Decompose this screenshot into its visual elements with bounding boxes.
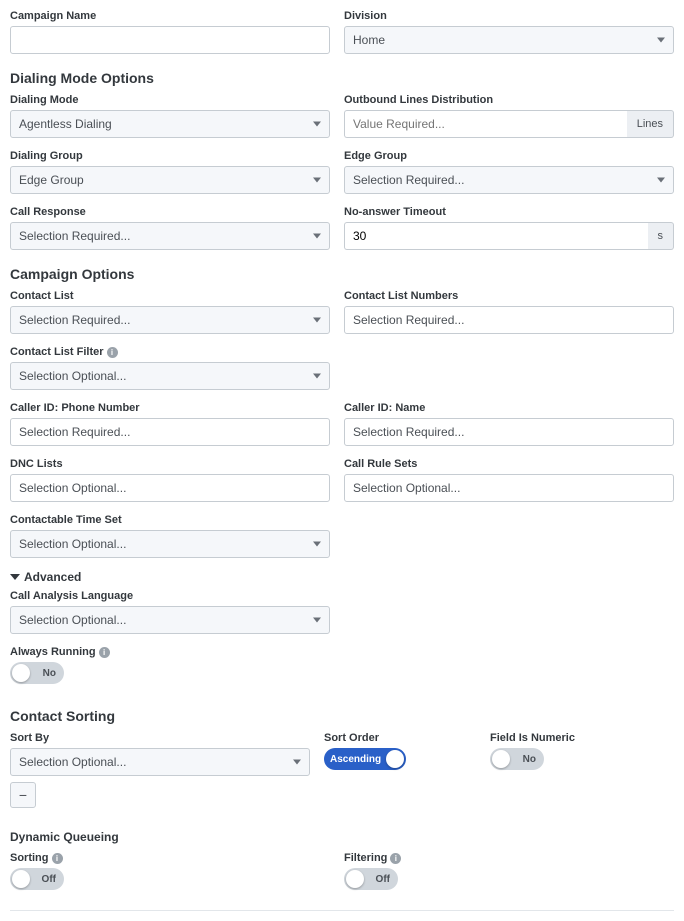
outbound-lines-label: Outbound Lines Distribution xyxy=(344,94,674,106)
contact-list-filter-value: Selection Optional... xyxy=(19,369,126,383)
dialing-group-value: Edge Group xyxy=(19,173,84,187)
dq-sorting-state: Off xyxy=(42,874,56,885)
info-icon: i xyxy=(99,647,110,658)
campaign-name-input[interactable] xyxy=(10,26,330,54)
sort-by-select[interactable]: Selection Optional... xyxy=(10,748,310,776)
call-rule-sets-value: Selection Optional... xyxy=(353,481,460,495)
division-label: Division xyxy=(344,10,674,22)
contactable-time-set-label: Contactable Time Set xyxy=(10,514,330,526)
contact-list-numbers-label: Contact List Numbers xyxy=(344,290,674,302)
info-icon: i xyxy=(107,347,118,358)
caller-id-name-label: Caller ID: Name xyxy=(344,402,674,414)
info-icon: i xyxy=(390,853,401,864)
dnc-lists-select[interactable]: Selection Optional... xyxy=(10,474,330,502)
divider xyxy=(10,910,674,911)
contactable-time-set-select[interactable]: Selection Optional... xyxy=(10,530,330,558)
noanswer-timeout-label: No-answer Timeout xyxy=(344,206,674,218)
toggle-knob xyxy=(12,664,30,682)
call-analysis-language-select[interactable]: Selection Optional... xyxy=(10,606,330,634)
chevron-down-icon xyxy=(657,178,665,183)
advanced-title: Advanced xyxy=(24,570,81,584)
contact-list-value: Selection Required... xyxy=(19,313,130,327)
chevron-down-icon xyxy=(313,122,321,127)
contact-list-numbers-value: Selection Required... xyxy=(353,313,464,327)
dynamic-queueing-title: Dynamic Queueing xyxy=(10,830,674,844)
always-running-state: No xyxy=(43,668,56,679)
chevron-down-icon xyxy=(313,542,321,547)
dq-filtering-toggle[interactable]: Off xyxy=(344,868,398,890)
call-analysis-language-label: Call Analysis Language xyxy=(10,590,330,602)
chevron-down-icon xyxy=(313,618,321,623)
contactable-time-set-value: Selection Optional... xyxy=(19,537,126,551)
field-is-numeric-toggle[interactable]: No xyxy=(490,748,544,770)
contact-list-filter-select[interactable]: Selection Optional... xyxy=(10,362,330,390)
caller-id-name-value: Selection Required... xyxy=(353,425,464,439)
contact-list-label: Contact List xyxy=(10,290,330,302)
toggle-knob xyxy=(346,870,364,888)
chevron-down-icon xyxy=(313,178,321,183)
field-is-numeric-label: Field Is Numeric xyxy=(490,732,630,744)
call-analysis-language-value: Selection Optional... xyxy=(19,613,126,627)
contact-sorting-title: Contact Sorting xyxy=(10,708,674,724)
info-icon: i xyxy=(52,853,63,864)
call-rule-sets-label: Call Rule Sets xyxy=(344,458,674,470)
caller-id-name-select[interactable]: Selection Required... xyxy=(344,418,674,446)
call-rule-sets-select[interactable]: Selection Optional... xyxy=(344,474,674,502)
call-response-label: Call Response xyxy=(10,206,330,218)
division-value: Home xyxy=(353,33,385,47)
edge-group-value: Selection Required... xyxy=(353,173,464,187)
contact-list-filter-label: Contact List Filter i xyxy=(10,346,330,358)
remove-sort-button[interactable]: − xyxy=(10,782,36,808)
caret-down-icon xyxy=(10,574,20,580)
dialing-mode-label: Dialing Mode xyxy=(10,94,330,106)
noanswer-timeout-unit: s xyxy=(648,222,675,250)
dialing-group-label: Dialing Group xyxy=(10,150,330,162)
sort-order-value: Ascending xyxy=(330,754,381,765)
caller-id-phone-label: Caller ID: Phone Number xyxy=(10,402,330,414)
caller-id-phone-select[interactable]: Selection Required... xyxy=(10,418,330,446)
toggle-knob xyxy=(386,750,404,768)
dq-sorting-label: Sorting i xyxy=(10,852,330,864)
sort-by-value: Selection Optional... xyxy=(19,755,126,769)
call-response-select[interactable]: Selection Required... xyxy=(10,222,330,250)
noanswer-timeout-input[interactable] xyxy=(344,222,648,250)
edge-group-select[interactable]: Selection Required... xyxy=(344,166,674,194)
chevron-down-icon xyxy=(313,234,321,239)
dq-sorting-toggle[interactable]: Off xyxy=(10,868,64,890)
advanced-toggle[interactable]: Advanced xyxy=(10,570,674,584)
caller-id-phone-value: Selection Required... xyxy=(19,425,130,439)
field-is-numeric-state: No xyxy=(523,754,536,765)
outbound-lines-input[interactable] xyxy=(344,110,627,138)
sort-order-label: Sort Order xyxy=(324,732,476,744)
contact-list-numbers-select[interactable]: Selection Required... xyxy=(344,306,674,334)
edge-group-label: Edge Group xyxy=(344,150,674,162)
dq-filtering-label: Filtering i xyxy=(344,852,674,864)
dialing-mode-select[interactable]: Agentless Dialing xyxy=(10,110,330,138)
dnc-lists-label: DNC Lists xyxy=(10,458,330,470)
toggle-knob xyxy=(12,870,30,888)
chevron-down-icon xyxy=(293,760,301,765)
campaign-options-title: Campaign Options xyxy=(10,266,674,282)
campaign-name-label: Campaign Name xyxy=(10,10,330,22)
chevron-down-icon xyxy=(313,374,321,379)
dialing-group-select[interactable]: Edge Group xyxy=(10,166,330,194)
dialing-mode-value: Agentless Dialing xyxy=(19,117,112,131)
division-select[interactable]: Home xyxy=(344,26,674,54)
always-running-label: Always Running i xyxy=(10,646,674,658)
dq-filtering-state: Off xyxy=(376,874,390,885)
chevron-down-icon xyxy=(657,38,665,43)
always-running-toggle[interactable]: No xyxy=(10,662,64,684)
contact-list-select[interactable]: Selection Required... xyxy=(10,306,330,334)
toggle-knob xyxy=(492,750,510,768)
dnc-lists-value: Selection Optional... xyxy=(19,481,126,495)
sort-by-label: Sort By xyxy=(10,732,310,744)
dialing-mode-options-title: Dialing Mode Options xyxy=(10,70,674,86)
sort-order-toggle[interactable]: Ascending xyxy=(324,748,406,770)
outbound-lines-unit: Lines xyxy=(627,110,674,138)
chevron-down-icon xyxy=(313,318,321,323)
call-response-value: Selection Required... xyxy=(19,229,130,243)
